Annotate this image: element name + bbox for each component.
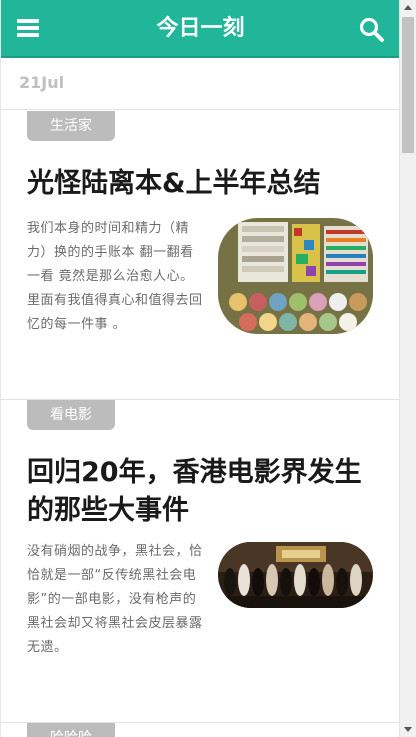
date-label: 21Jul: [19, 73, 65, 92]
scroll-down-arrow-icon[interactable]: [404, 727, 412, 732]
article-summary: 我们本身的时间和精力（精力）换的的手账本 翻一翻看一看 竟然是那么治愈人心。里面…: [27, 221, 203, 332]
vertical-scrollbar[interactable]: [399, 0, 416, 737]
article-card[interactable]: 哈哈哈: [1, 723, 399, 737]
search-icon[interactable]: [359, 17, 385, 43]
article-summary: 没有硝烟的战争，黑社会，恰恰就是一部“反传统黑社会电影”的一部电影，没有枪声的黑…: [27, 544, 203, 655]
app-window: 今日一刻 21Jul 生活家 光怪陆离本&上半年总结 我们本身的时间和精力（精力…: [0, 0, 399, 737]
article-card[interactable]: 生活家 光怪陆离本&上半年总结 我们本身的时间和精力（精力）换的的手账本 翻一翻…: [1, 111, 399, 400]
date-divider: 21Jul: [1, 58, 399, 110]
article-title[interactable]: 回归20年，香港电影界发生的那些大事件: [27, 454, 372, 530]
washi-tape-collection-photo[interactable]: [218, 218, 373, 334]
scroll-up-arrow-icon[interactable]: [404, 5, 412, 10]
top-app-bar: 今日一刻: [1, 0, 399, 58]
scrollbar-thumb[interactable]: [402, 17, 414, 153]
app-title: 今日一刻: [156, 16, 245, 41]
article-title[interactable]: 光怪陆离本&上半年总结: [27, 165, 372, 203]
category-tag[interactable]: 哈哈哈: [27, 723, 115, 737]
hong-kong-film-cast-photo[interactable]: [218, 542, 373, 608]
article-card[interactable]: 看电影 回归20年，香港电影界发生的那些大事件 没有硝烟的战争，黑社会，恰恰就是…: [1, 400, 399, 723]
category-tag[interactable]: 看电影: [27, 400, 115, 430]
category-tag[interactable]: 生活家: [27, 111, 115, 141]
